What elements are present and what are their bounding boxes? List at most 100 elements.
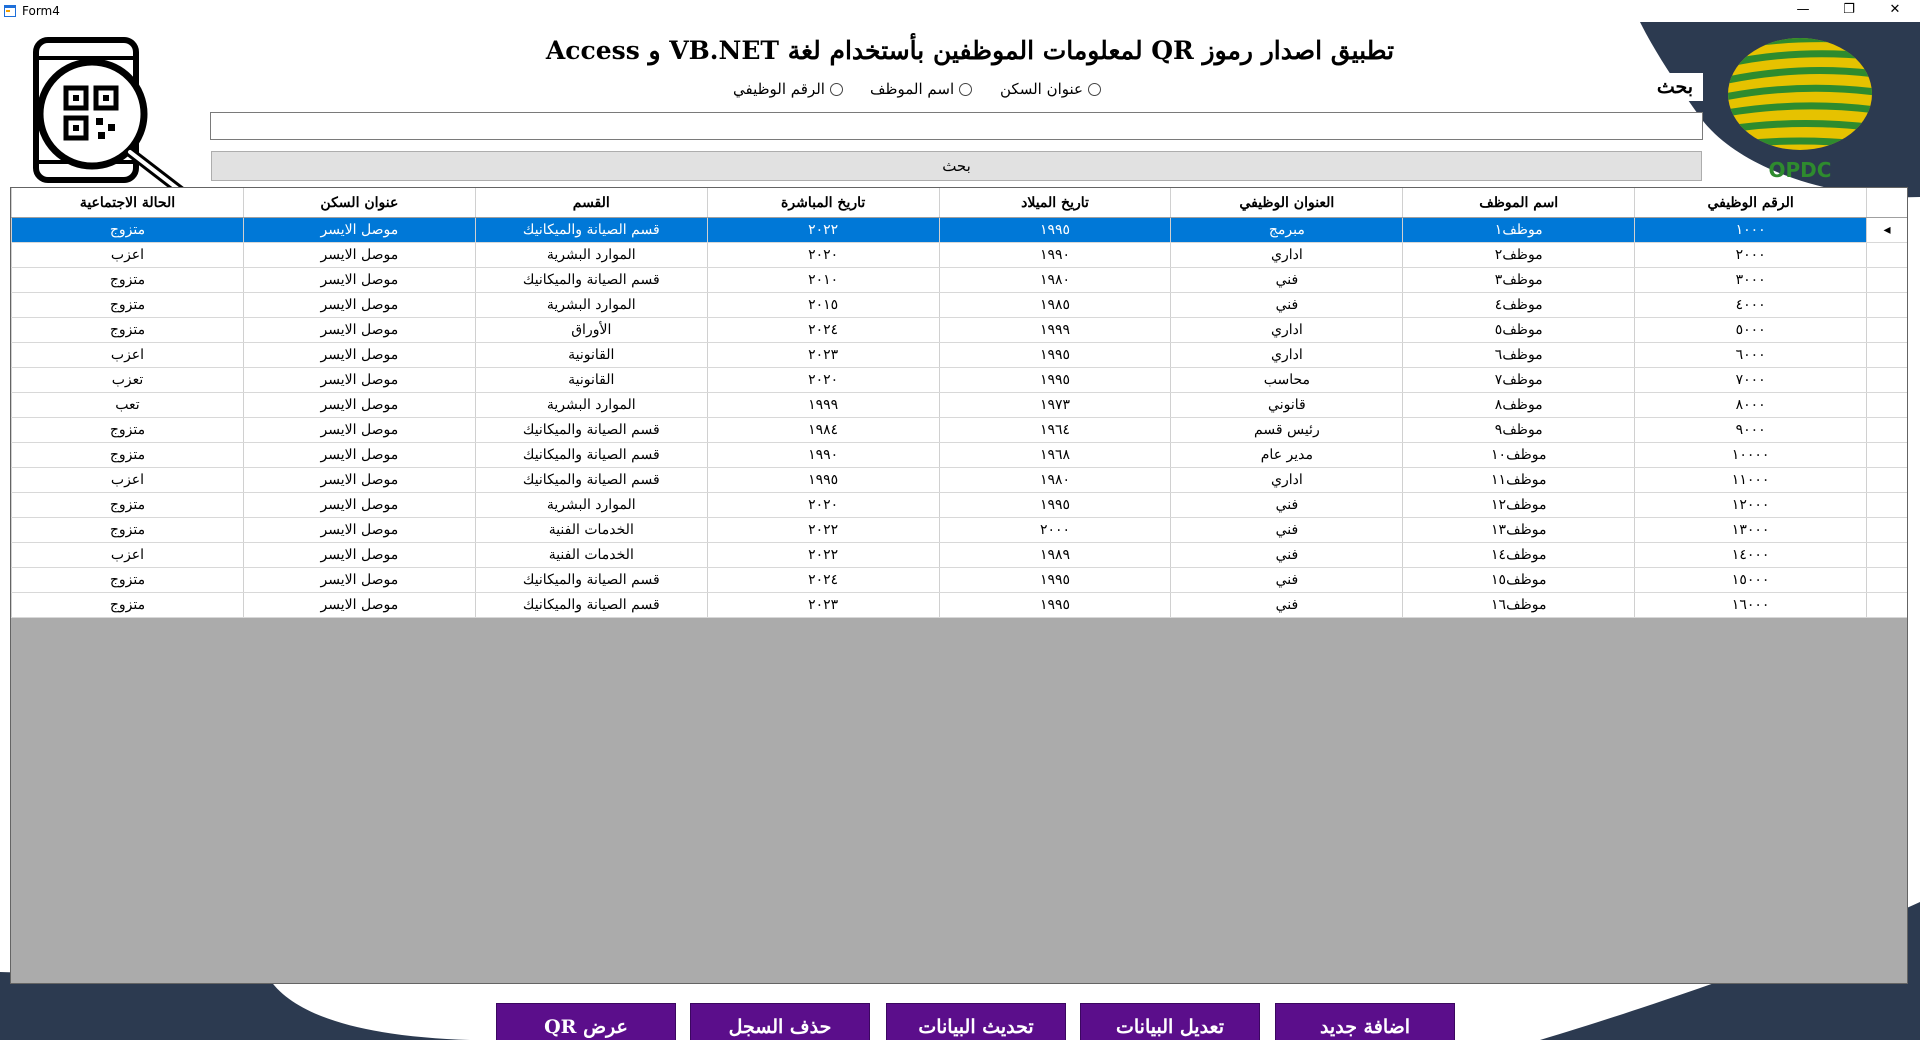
cell-address[interactable]: موصل الايسر (242, 317, 476, 343)
cell-employee-id[interactable]: ١٣٠٠٠ (1634, 517, 1867, 543)
table-row[interactable]: ١٠٠٠٠ موظف١٠ مدير عام ١٩٦٨ ١٩٩٠ قسم الصيانة و… (11, 442, 1907, 468)
row-header[interactable] (1866, 492, 1907, 518)
cell-marital-status[interactable]: اعزب (11, 467, 244, 493)
cell-department[interactable]: قسم الصيانة والميكانيك (474, 467, 708, 493)
cell-marital-status[interactable]: اعزب (11, 542, 244, 568)
restore-button[interactable]: ❐ (1826, 0, 1872, 22)
cell-birth-date[interactable]: ١٩٦٨ (938, 442, 1171, 468)
refresh-data-button[interactable]: تحديث البيانات (886, 1003, 1066, 1040)
cell-start-date[interactable]: ٢٠٢٢ (706, 217, 940, 243)
table-row[interactable]: ١٤٠٠٠ موظف١٤ فني ١٩٨٩ ٢٠٢٢ الخدمات الفنية موصل… (11, 542, 1907, 568)
cell-start-date[interactable]: ٢٠٢٤ (706, 567, 940, 593)
cell-start-date[interactable]: ٢٠١٥ (706, 292, 940, 318)
row-header[interactable] (1866, 342, 1907, 368)
cell-marital-status[interactable]: متزوج (11, 517, 244, 543)
cell-employee-name[interactable]: موظف١١ (1402, 467, 1635, 493)
cell-address[interactable]: موصل الايسر (242, 292, 476, 318)
column-header-employee-id[interactable]: الرقم الوظيفي (1634, 188, 1867, 218)
table-row[interactable]: ١٥٠٠٠ موظف١٥ فني ١٩٩٥ ٢٠٢٤ قسم الصيانة والميك… (11, 567, 1907, 593)
cell-employee-id[interactable]: ٩٠٠٠ (1634, 417, 1867, 443)
cell-start-date[interactable]: ٢٠٢٣ (706, 342, 940, 368)
close-button[interactable]: ✕ (1872, 0, 1918, 22)
cell-marital-status[interactable]: متزوج (11, 567, 244, 593)
cell-employee-id[interactable]: ١٦٠٠٠ (1634, 592, 1867, 618)
cell-job-title[interactable]: اداري (1170, 342, 1403, 368)
cell-employee-id[interactable]: ١٢٠٠٠ (1634, 492, 1867, 518)
cell-start-date[interactable]: ١٩٨٤ (706, 417, 940, 443)
cell-address[interactable]: موصل الايسر (242, 392, 476, 418)
cell-address[interactable]: موصل الايسر (242, 367, 476, 393)
cell-start-date[interactable]: ٢٠١٠ (706, 267, 940, 293)
cell-birth-date[interactable]: ١٩٩٥ (938, 592, 1171, 618)
cell-address[interactable]: موصل الايسر (242, 592, 476, 618)
row-header[interactable] (1866, 517, 1907, 543)
cell-address[interactable]: موصل الايسر (242, 417, 476, 443)
column-header-birth-date[interactable]: تاريخ الميلاد (938, 188, 1171, 218)
cell-employee-name[interactable]: موظف١٠ (1402, 442, 1635, 468)
cell-employee-name[interactable]: موظف١٣ (1402, 517, 1635, 543)
add-new-button[interactable]: اضافة جديد (1275, 1003, 1455, 1040)
cell-employee-id[interactable]: ١٠٠٠٠ (1634, 442, 1867, 468)
table-row[interactable]: ٥٠٠٠ موظف٥ اداري ١٩٩٩ ٢٠٢٤ الأوراق موصل الايسر… (11, 317, 1907, 343)
cell-job-title[interactable]: مدير عام (1170, 442, 1403, 468)
cell-job-title[interactable]: مبرمج (1170, 217, 1403, 243)
cell-address[interactable]: موصل الايسر (242, 342, 476, 368)
cell-job-title[interactable]: اداري (1170, 467, 1403, 493)
cell-department[interactable]: قسم الصيانة والميكانيك (474, 442, 708, 468)
cell-employee-name[interactable]: موظف٧ (1402, 367, 1635, 393)
cell-employee-id[interactable]: ٨٠٠٠ (1634, 392, 1867, 418)
cell-employee-name[interactable]: موظف٣ (1402, 267, 1635, 293)
cell-address[interactable]: موصل الايسر (242, 467, 476, 493)
cell-employee-name[interactable]: موظف١٥ (1402, 567, 1635, 593)
row-header[interactable]: ◂ (1866, 217, 1907, 243)
cell-department[interactable]: قسم الصيانة والميكانيك (474, 217, 708, 243)
cell-marital-status[interactable]: تعزب (11, 367, 244, 393)
cell-address[interactable]: موصل الايسر (242, 267, 476, 293)
cell-department[interactable]: الخدمات الفنية (474, 517, 708, 543)
cell-employee-name[interactable]: موظف٤ (1402, 292, 1635, 318)
cell-birth-date[interactable]: ١٩٩٥ (938, 492, 1171, 518)
cell-marital-status[interactable]: متزوج (11, 492, 244, 518)
radio-address[interactable]: عنوان السكن (1000, 80, 1101, 98)
table-row[interactable]: ٢٠٠٠ موظف٢ اداري ١٩٩٠ ٢٠٢٠ الموارد البشرية موص… (11, 242, 1907, 268)
cell-department[interactable]: قسم الصيانة والميكانيك (474, 267, 708, 293)
cell-birth-date[interactable]: ١٩٦٤ (938, 417, 1171, 443)
cell-department[interactable]: القانونية (474, 342, 708, 368)
cell-start-date[interactable]: ٢٠٢٠ (706, 242, 940, 268)
cell-birth-date[interactable]: ١٩٩٩ (938, 317, 1171, 343)
cell-birth-date[interactable]: ١٩٩٥ (938, 342, 1171, 368)
cell-department[interactable]: قسم الصيانة والميكانيك (474, 417, 708, 443)
cell-start-date[interactable]: ١٩٩٩ (706, 392, 940, 418)
cell-job-title[interactable]: قانوني (1170, 392, 1403, 418)
cell-birth-date[interactable]: ١٩٩٥ (938, 567, 1171, 593)
cell-marital-status[interactable]: متزوج (11, 417, 244, 443)
row-header[interactable] (1866, 317, 1907, 343)
cell-address[interactable]: موصل الايسر (242, 217, 476, 243)
row-header[interactable] (1866, 242, 1907, 268)
cell-start-date[interactable]: ٢٠٢٢ (706, 517, 940, 543)
cell-employee-id[interactable]: ٣٠٠٠ (1634, 267, 1867, 293)
cell-employee-name[interactable]: موظف١ (1402, 217, 1635, 243)
row-header[interactable] (1866, 367, 1907, 393)
cell-marital-status[interactable]: متزوج (11, 292, 244, 318)
table-row[interactable]: ١٣٠٠٠ موظف١٣ فني ٢٠٠٠ ٢٠٢٢ الخدمات الفنية موصل… (11, 517, 1907, 543)
cell-address[interactable]: موصل الايسر (242, 442, 476, 468)
cell-marital-status[interactable]: اعزب (11, 342, 244, 368)
cell-address[interactable]: موصل الايسر (242, 542, 476, 568)
search-input[interactable] (210, 112, 1703, 140)
cell-start-date[interactable]: ٢٠٢٢ (706, 542, 940, 568)
cell-address[interactable]: موصل الايسر (242, 567, 476, 593)
table-row[interactable]: ٦٠٠٠ موظف٦ اداري ١٩٩٥ ٢٠٢٣ القانونية موصل الاي… (11, 342, 1907, 368)
cell-job-title[interactable]: اداري (1170, 317, 1403, 343)
cell-employee-name[interactable]: موظف٢ (1402, 242, 1635, 268)
table-row[interactable]: ٩٠٠٠ موظف٩ رئيس قسم ١٩٦٤ ١٩٨٤ قسم الصيانة وال… (11, 417, 1907, 443)
cell-employee-id[interactable]: ٦٠٠٠ (1634, 342, 1867, 368)
row-header[interactable] (1866, 267, 1907, 293)
cell-department[interactable]: قسم الصيانة والميكانيك (474, 592, 708, 618)
cell-employee-name[interactable]: موظف١٤ (1402, 542, 1635, 568)
cell-department[interactable]: الخدمات الفنية (474, 542, 708, 568)
row-header[interactable] (1866, 592, 1907, 618)
cell-marital-status[interactable]: متزوج (11, 267, 244, 293)
cell-address[interactable]: موصل الايسر (242, 517, 476, 543)
table-row[interactable]: ١٦٠٠٠ موظف١٦ فني ١٩٩٥ ٢٠٢٣ قسم الصيانة والميك… (11, 592, 1907, 618)
